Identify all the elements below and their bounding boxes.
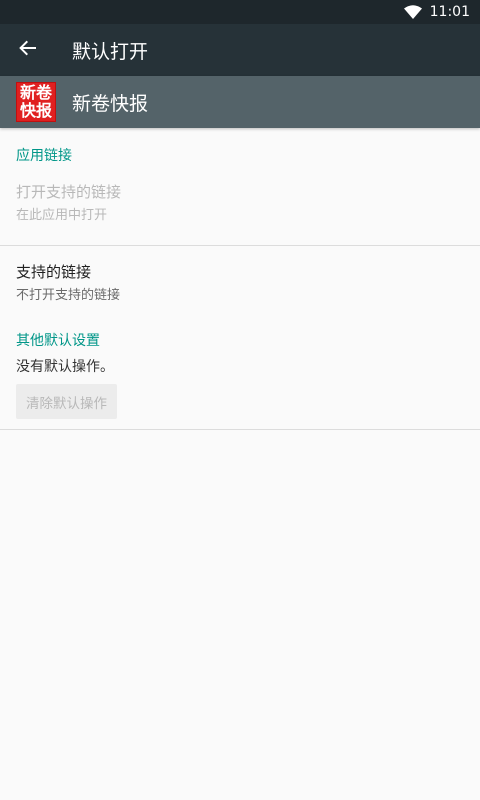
clear-defaults-button[interactable]: 清除默认操作 (16, 384, 117, 419)
wifi-icon (403, 5, 422, 19)
open-supported-links-title: 打开支持的链接 (16, 183, 122, 201)
app-logo-line-2: 快报 (19, 101, 52, 120)
open-supported-links-summary: 在此应用中打开 (16, 208, 108, 223)
section-title-other-defaults: 其他默认设置 (16, 333, 100, 349)
divider (0, 245, 480, 246)
app-header: 新卷 快报 新卷快报 (0, 76, 480, 128)
status-time: 11:01 (429, 4, 470, 20)
supported-links-title: 支持的链接 (16, 263, 92, 281)
app-name: 新卷快报 (72, 92, 149, 115)
supported-links-summary: 不打开支持的链接 (16, 288, 121, 303)
back-button[interactable] (0, 24, 56, 76)
settings-content: 应用链接 打开支持的链接 在此应用中打开 支持的链接 不打开支持的链接 其他默认… (0, 128, 480, 430)
no-defaults-text: 没有默认操作。 (16, 359, 114, 375)
divider (0, 429, 480, 430)
status-bar: 11:01 (0, 0, 480, 24)
supported-links-pref[interactable]: 支持的链接 不打开支持的链接 (0, 261, 480, 316)
app-logo-icon: 新卷 快报 (16, 82, 56, 122)
section-title-app-links: 应用链接 (16, 148, 72, 164)
open-supported-links-pref[interactable]: 打开支持的链接 在此应用中打开 (0, 181, 480, 236)
back-arrow-icon (19, 39, 37, 61)
app-logo-line-1: 新卷 (19, 83, 52, 102)
page-title: 默认打开 (72, 40, 149, 63)
toolbar: 默认打开 (0, 24, 480, 76)
